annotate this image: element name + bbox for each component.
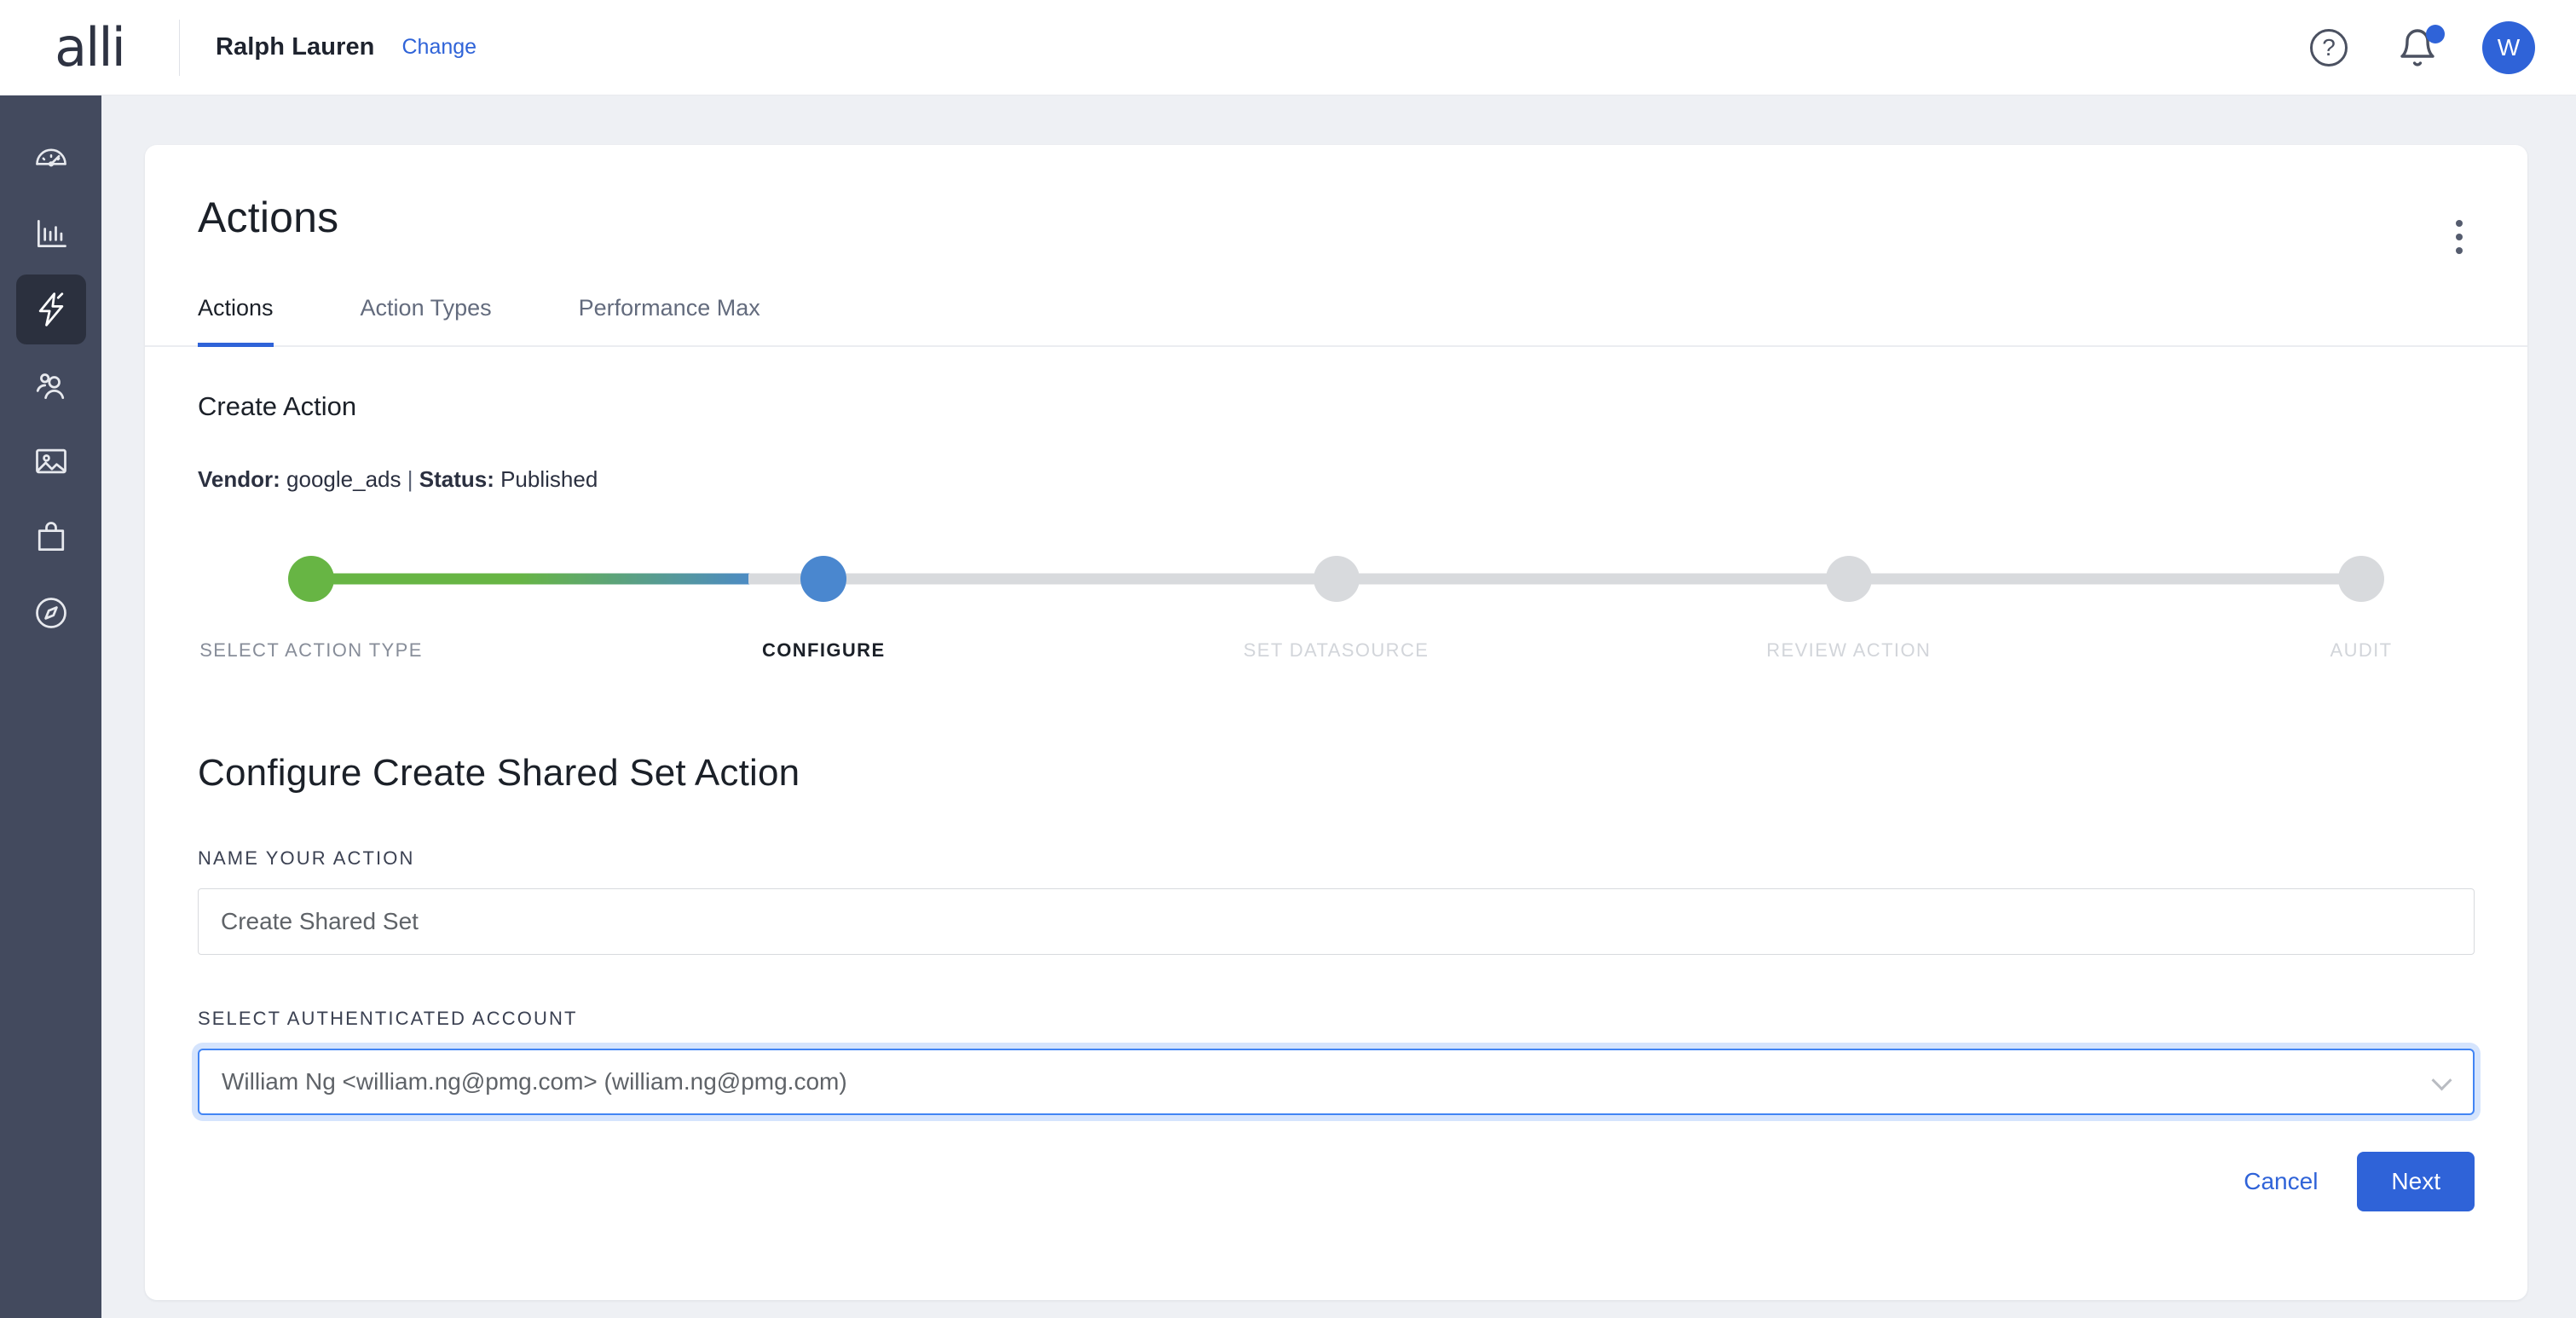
kebab-dot <box>2456 220 2463 227</box>
sidebar-item-reports[interactable] <box>16 199 86 269</box>
audience-icon <box>36 373 64 400</box>
bell-icon <box>2397 24 2445 69</box>
brand-name: Ralph Lauren <box>216 33 375 61</box>
status-label: Status: <box>419 466 494 492</box>
app-logo[interactable]: alli <box>0 0 179 95</box>
sidebar <box>0 95 101 1318</box>
lightning-bolt-icon <box>38 292 63 327</box>
next-button[interactable]: Next <box>2357 1152 2475 1211</box>
help-icon: ? <box>2310 28 2348 66</box>
brand-block: Ralph Lauren Change <box>216 33 477 61</box>
form-action-buttons: Cancel Next <box>2244 1152 2475 1211</box>
tab-bar: Actions Action Types Performance Max <box>145 295 2527 347</box>
gauge-icon <box>35 148 66 167</box>
step-dot-configure[interactable] <box>800 556 847 602</box>
step-dot-set-datasource[interactable] <box>1313 556 1360 602</box>
sidebar-item-creative[interactable] <box>16 426 86 496</box>
vendor-status-line: Vendor: google_ads | Status: Published <box>198 466 2475 493</box>
shopping-bag-icon <box>38 522 64 552</box>
step-label-audit: AUDIT <box>2330 639 2393 661</box>
top-bar: alli Ralph Lauren Change ? W <box>0 0 2576 95</box>
form-heading: Configure Create Shared Set Action <box>198 752 800 794</box>
account-field-label: SELECT AUTHENTICATED ACCOUNT <box>198 1008 578 1029</box>
status-value: Published <box>500 466 598 492</box>
main-card: Actions Actions Action Types Performance… <box>145 145 2527 1300</box>
sidebar-item-explore[interactable] <box>16 578 86 648</box>
name-field-label: NAME YOUR ACTION <box>198 847 415 869</box>
sidebar-item-audiences[interactable] <box>16 350 86 420</box>
page-title: Actions <box>198 194 339 241</box>
notifications-button[interactable] <box>2394 24 2445 72</box>
topbar-actions: ? W <box>2305 20 2576 74</box>
stepper-labels: SELECT ACTION TYPE CONFIGURE SET DATASOU… <box>199 639 2391 662</box>
app-logo-text: alli <box>55 15 126 78</box>
chevron-down-icon <box>2431 1070 2452 1091</box>
section-heading: Create Action <box>198 391 357 421</box>
stepper-progress-line <box>310 573 771 585</box>
kebab-dot <box>2456 234 2463 240</box>
step-label-select-action-type: SELECT ACTION TYPE <box>199 639 423 661</box>
action-name-input[interactable] <box>198 888 2475 955</box>
sidebar-item-commerce[interactable] <box>16 502 86 572</box>
stepper-track <box>288 556 2384 602</box>
tab-action-types[interactable]: Action Types <box>361 295 492 345</box>
topbar-divider <box>179 19 180 76</box>
step-dot-select-action-type[interactable] <box>288 556 334 602</box>
notification-dot <box>2426 24 2445 43</box>
step-dot-review-action[interactable] <box>1825 556 1872 602</box>
help-button[interactable]: ? <box>2305 24 2353 72</box>
compass-icon <box>35 598 66 628</box>
stepper-remaining-line <box>748 573 2362 585</box>
authenticated-account-select[interactable]: William Ng <william.ng@pmg.com> (william… <box>198 1049 2475 1115</box>
step-label-set-datasource: SET DATASOURCE <box>1243 639 1430 661</box>
image-icon <box>35 448 66 474</box>
wizard-stepper: SELECT ACTION TYPE CONFIGURE SET DATASOU… <box>198 556 2475 667</box>
step-label-review-action: REVIEW ACTION <box>1766 639 1932 661</box>
card-overflow-menu-button[interactable] <box>2434 211 2485 263</box>
cancel-button[interactable]: Cancel <box>2244 1168 2318 1195</box>
step-label-configure: CONFIGURE <box>761 639 886 661</box>
change-brand-link[interactable]: Change <box>402 35 477 60</box>
vendor-value: google_ads <box>286 466 401 492</box>
vendor-label: Vendor: <box>198 466 280 492</box>
meta-separator: | <box>407 466 413 492</box>
avatar[interactable]: W <box>2482 20 2535 74</box>
tab-actions[interactable]: Actions <box>198 295 274 347</box>
step-dot-audit[interactable] <box>2338 556 2384 602</box>
authenticated-account-value: William Ng <william.ng@pmg.com> (william… <box>222 1068 847 1095</box>
sidebar-item-actions[interactable] <box>15 275 86 344</box>
tab-performance-max[interactable]: Performance Max <box>579 295 760 345</box>
bar-chart-icon <box>37 219 66 248</box>
sidebar-item-dashboard[interactable] <box>16 123 86 193</box>
kebab-dot <box>2456 247 2463 254</box>
